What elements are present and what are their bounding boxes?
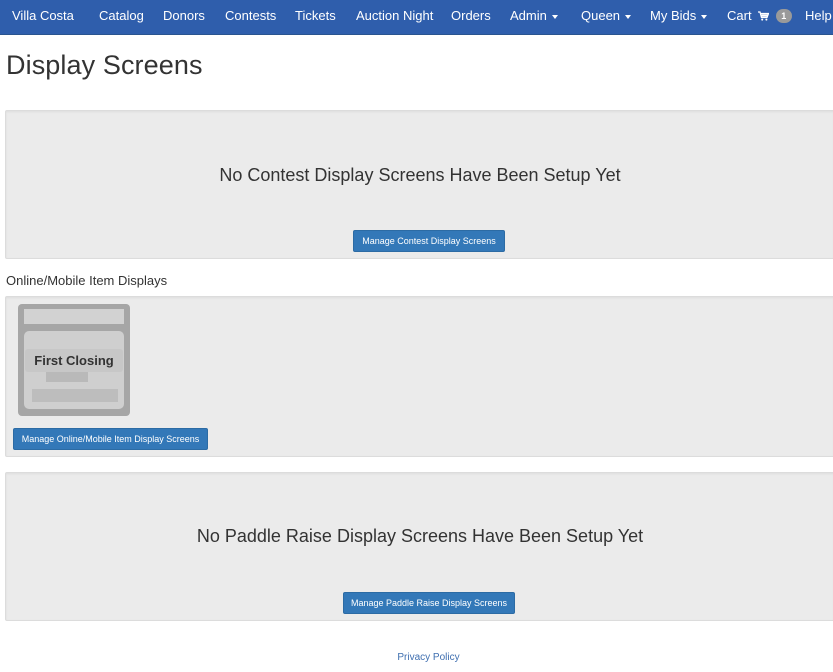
nav-auction-night[interactable]: Auction Night: [356, 0, 433, 35]
manage-paddle-raise-displays-button[interactable]: Manage Paddle Raise Display Screens: [343, 592, 515, 614]
caret-down-icon: [701, 14, 708, 19]
nav-queen-dropdown[interactable]: Queen: [581, 0, 632, 35]
cart-count-badge: 1: [775, 9, 792, 23]
display-card-label: First Closing: [25, 349, 123, 372]
nav-catalog[interactable]: Catalog: [99, 0, 144, 35]
online-mobile-section-label: Online/Mobile Item Displays: [6, 273, 168, 288]
nav-cart-label: Cart: [727, 8, 752, 23]
display-card-first-closing[interactable]: First Closing: [18, 304, 130, 416]
nav-cart[interactable]: Cart 1: [727, 0, 792, 35]
page-title: Display Screens: [6, 50, 203, 80]
paddle-raise-display-panel: No Paddle Raise Display Screens Have Bee…: [5, 472, 833, 621]
paddle-raise-empty-message: No Paddle Raise Display Screens Have Bee…: [196, 526, 644, 546]
contest-display-panel: No Contest Display Screens Have Been Set…: [5, 110, 833, 259]
top-navbar: Villa Costa Catalog Donors Contests Tick…: [0, 0, 833, 35]
brand-link[interactable]: Villa Costa: [12, 0, 74, 35]
thumb-footer-bar: [32, 389, 118, 402]
shopping-cart-icon: [758, 11, 770, 21]
manage-contest-displays-button[interactable]: Manage Contest Display Screens: [353, 230, 505, 252]
nav-contests[interactable]: Contests: [225, 0, 276, 35]
contest-empty-message: No Contest Display Screens Have Been Set…: [219, 165, 621, 185]
privacy-policy-link[interactable]: Privacy Policy: [0, 652, 833, 663]
nav-admin-label: Admin: [510, 8, 547, 23]
nav-mybids-label: My Bids: [650, 8, 697, 23]
nav-mybids-dropdown[interactable]: My Bids: [650, 0, 708, 35]
thumb-header-bar: [24, 309, 124, 324]
nav-help[interactable]: Help: [805, 0, 832, 35]
nav-tickets[interactable]: Tickets: [295, 0, 336, 35]
caret-down-icon: [625, 14, 632, 19]
nav-admin-dropdown[interactable]: Admin: [510, 0, 558, 35]
online-mobile-display-panel: First Closing Manage Online/Mobile Item …: [5, 296, 833, 457]
nav-queen-label: Queen: [581, 8, 621, 23]
nav-donors[interactable]: Donors: [163, 0, 205, 35]
caret-down-icon: [551, 14, 558, 19]
manage-online-mobile-displays-button[interactable]: Manage Online/Mobile Item Display Screen…: [13, 428, 208, 450]
nav-orders[interactable]: Orders: [451, 0, 491, 35]
